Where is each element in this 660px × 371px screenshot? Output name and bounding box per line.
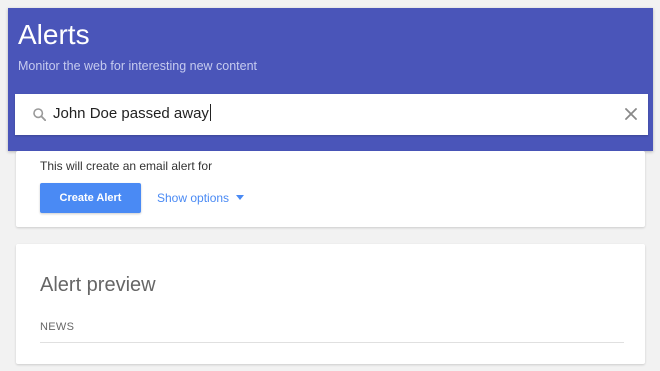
section-divider xyxy=(40,342,624,343)
create-alert-card: This will create an email alert for Crea… xyxy=(16,151,645,227)
page-title: Alerts xyxy=(18,19,90,50)
alerts-header: Alerts Monitor the web for interesting n… xyxy=(8,8,653,151)
news-section-label: NEWS xyxy=(40,321,75,333)
close-icon[interactable] xyxy=(624,107,638,121)
caret-down-icon xyxy=(236,195,245,200)
alert-preview-card: Alert preview NEWS xyxy=(16,244,645,364)
alert-query-value: John Doe passed away xyxy=(53,105,209,122)
email-alert-text: This will create an email alert for xyxy=(40,159,213,173)
page-subtitle: Monitor the web for interesting new cont… xyxy=(18,59,258,73)
show-options-toggle[interactable]: Show options xyxy=(157,191,245,205)
alert-query-input[interactable]: John Doe passed away xyxy=(53,104,603,126)
text-cursor xyxy=(209,104,211,121)
create-alert-button[interactable]: Create Alert xyxy=(40,183,141,213)
preview-title: Alert preview xyxy=(40,274,156,296)
alert-query-box[interactable]: John Doe passed away xyxy=(15,94,648,135)
show-options-label: Show options xyxy=(157,191,230,205)
search-icon xyxy=(33,108,46,121)
